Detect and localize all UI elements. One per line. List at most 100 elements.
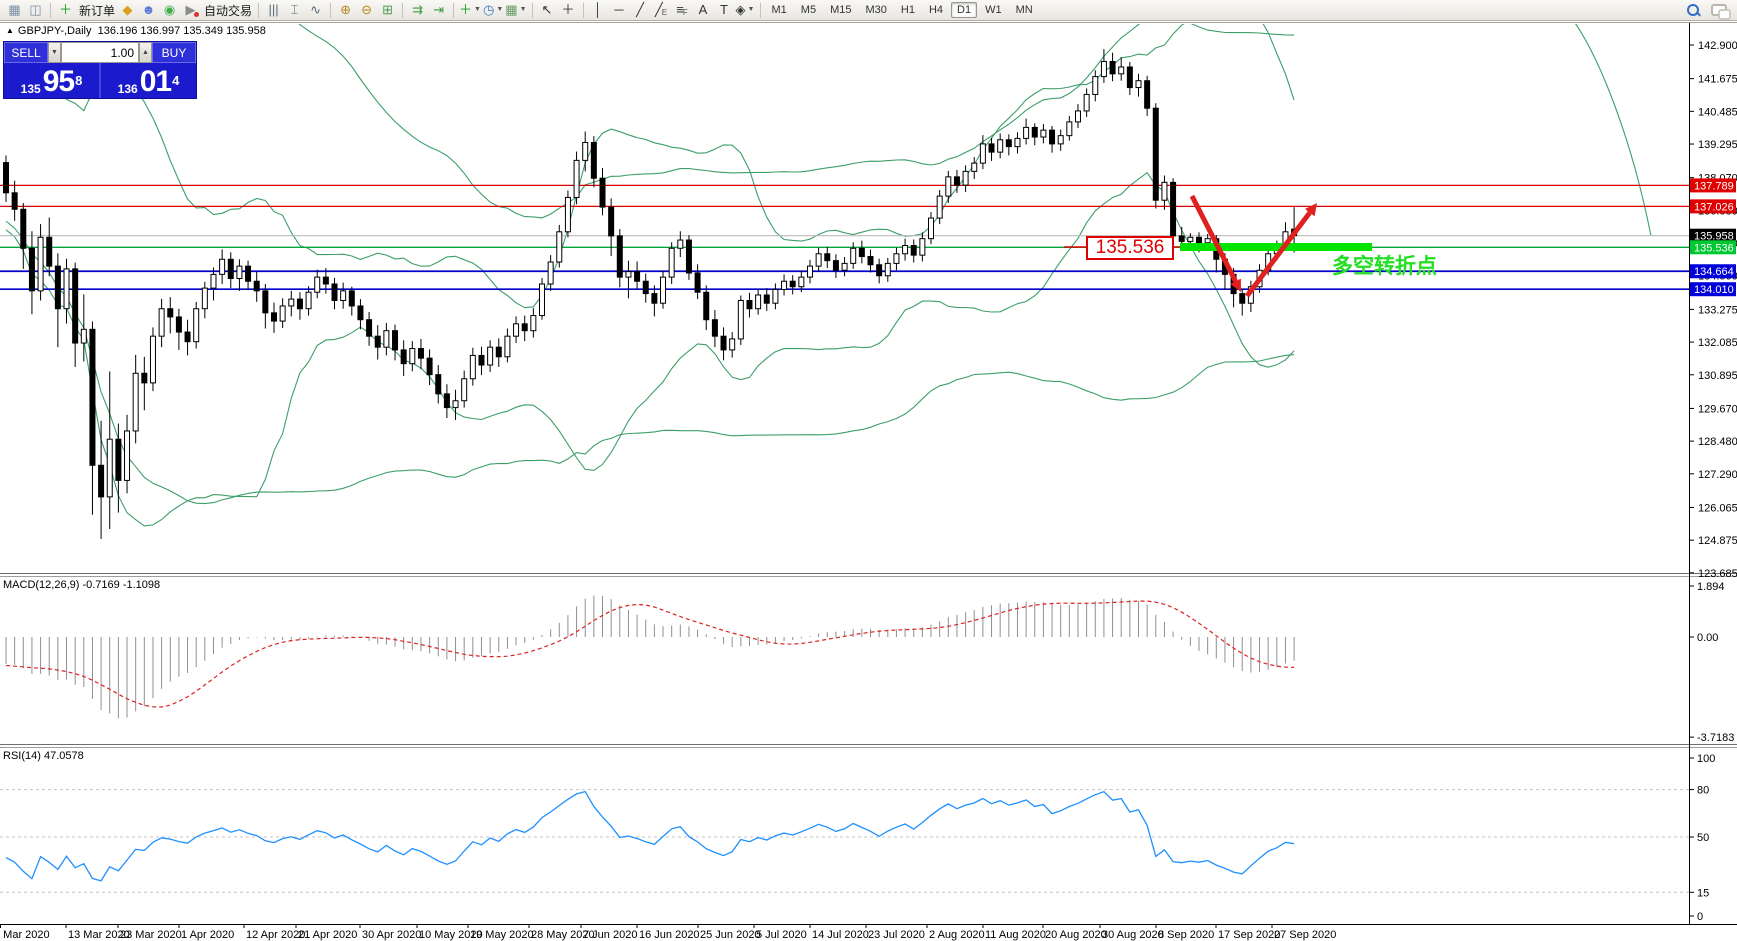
sell-price[interactable]: 135 95 8: [4, 63, 101, 98]
timeframe-m30-button[interactable]: M30: [859, 2, 892, 18]
svg-text:5 Jul 2020: 5 Jul 2020: [756, 929, 807, 941]
chart-info: ▲ GBPJPY-,Daily 136.196 136.997 135.349 1…: [6, 25, 266, 37]
svg-text:30 Apr 2020: 30 Apr 2020: [362, 929, 421, 941]
macd-pane: [5, 595, 1295, 719]
label-icon[interactable]: T: [715, 1, 734, 19]
cursor-icon[interactable]: ↖: [538, 1, 557, 19]
price-axis: 142.900141.675140.485139.295138.070136.8…: [1689, 40, 1737, 923]
zoom-in-icon[interactable]: ⊕: [336, 1, 355, 19]
autotrading-button[interactable]: ▶: [181, 1, 200, 19]
bars-chart-icon[interactable]: |||: [264, 1, 283, 19]
channel-icon[interactable]: ╱ E: [652, 1, 671, 19]
date-axis: 4 Mar 202013 Mar 202023 Mar 20201 Apr 20…: [0, 924, 1336, 941]
timeframe-w1-button[interactable]: W1: [979, 2, 1008, 18]
svg-text:134.664: 134.664: [1694, 266, 1734, 278]
svg-text:1 Apr 2020: 1 Apr 2020: [181, 929, 234, 941]
chart-shift-icon[interactable]: ⇥: [429, 1, 448, 19]
svg-text:4 Mar 2020: 4 Mar 2020: [0, 929, 50, 941]
svg-text:21 Apr 2020: 21 Apr 2020: [298, 929, 357, 941]
collapse-icon[interactable]: ▲: [6, 26, 14, 35]
svg-text:20 Aug 2020: 20 Aug 2020: [1045, 929, 1107, 941]
autotrading-button-label[interactable]: 自动交易: [204, 2, 252, 19]
svg-text:15: 15: [1697, 887, 1709, 899]
auto-scroll-icon[interactable]: ⇉: [408, 1, 427, 19]
chat-icon[interactable]: [1711, 4, 1731, 20]
chart-canvas[interactable]: 142.900141.675140.485139.295138.070136.8…: [0, 0, 1737, 941]
new-chart-icon[interactable]: ▦: [5, 1, 24, 19]
up-trend-arrow[interactable]: [1245, 211, 1312, 298]
rsi-label: RSI(14) 47.0578: [3, 750, 84, 762]
profiles-icon[interactable]: ◫: [26, 1, 45, 19]
svg-text:137.789: 137.789: [1694, 180, 1734, 192]
sell-button[interactable]: SELL: [4, 42, 48, 63]
market-icon[interactable]: ◆: [118, 1, 137, 19]
vline-icon[interactable]: │: [589, 1, 608, 19]
trade-prices-row: 135 95 8 136 01 4: [4, 63, 196, 98]
text-icon[interactable]: A: [694, 1, 713, 19]
periods-icon[interactable]: ◷ ▼: [483, 1, 503, 19]
volume-input[interactable]: [61, 42, 139, 63]
ohlc-values: 136.196 136.997 135.349 135.958: [97, 25, 266, 37]
sell-price-small: 135: [20, 82, 41, 96]
community-icon[interactable]: ☻: [139, 1, 158, 19]
volume-decrease-button[interactable]: ▼: [48, 42, 61, 63]
sell-price-big: 95: [42, 65, 75, 98]
line-chart-icon[interactable]: ∿: [306, 1, 325, 19]
fibonacci-icon[interactable]: ≡ F: [673, 1, 692, 19]
new-order-button[interactable]: ＋: [56, 1, 75, 19]
svg-text:17 Sep 2020: 17 Sep 2020: [1218, 929, 1280, 941]
svg-text:127.290: 127.290: [1698, 469, 1737, 481]
timeframe-m1-button[interactable]: M1: [766, 2, 793, 18]
trade-controls-row: SELL ▼ ▲ BUY: [4, 42, 196, 63]
volume-increase-button[interactable]: ▲: [139, 42, 152, 63]
svg-text:126.065: 126.065: [1698, 502, 1737, 514]
svg-text:80: 80: [1697, 785, 1709, 797]
timeframe-d1-button[interactable]: D1: [951, 2, 978, 18]
trendline-icon[interactable]: ╱: [631, 1, 650, 19]
svg-text:0: 0: [1697, 911, 1703, 923]
rsi-pane: [0, 789, 1689, 893]
buy-price[interactable]: 136 01 4: [101, 63, 196, 98]
svg-text:1.894: 1.894: [1697, 581, 1725, 593]
svg-text:124.875: 124.875: [1698, 535, 1737, 547]
timeframe-m15-button[interactable]: M15: [824, 2, 857, 18]
candles-chart-icon[interactable]: ⌶: [285, 1, 304, 19]
new-order-button-label[interactable]: 新订单: [79, 2, 115, 19]
svg-text:134.010: 134.010: [1694, 284, 1734, 296]
crosshair-icon[interactable]: ＋: [559, 1, 578, 19]
svg-text:27 Sep 2020: 27 Sep 2020: [1274, 929, 1336, 941]
support-price-label[interactable]: 135.536: [1086, 236, 1174, 260]
svg-text:130.895: 130.895: [1698, 370, 1737, 382]
svg-text:11 Aug 2020: 11 Aug 2020: [985, 929, 1046, 941]
svg-text:0.00: 0.00: [1697, 632, 1718, 644]
svg-text:23 Jul 2020: 23 Jul 2020: [868, 929, 925, 941]
svg-text:135.536: 135.536: [1694, 242, 1734, 254]
timeframe-m5-button[interactable]: M5: [795, 2, 822, 18]
search-icon[interactable]: [1687, 4, 1699, 16]
timeframe-h4-button[interactable]: H4: [923, 2, 949, 18]
buy-price-sup: 4: [172, 73, 180, 88]
svg-text:123.685: 123.685: [1698, 568, 1737, 580]
svg-text:128.480: 128.480: [1698, 436, 1737, 448]
timeframe-h1-button[interactable]: H1: [895, 2, 921, 18]
buy-button[interactable]: BUY: [152, 42, 196, 63]
shapes-icon[interactable]: ◈ ▼: [736, 1, 755, 19]
sell-price-sup: 8: [75, 73, 83, 88]
indicators-icon[interactable]: ＋ ▼: [459, 1, 481, 19]
svg-text:140.485: 140.485: [1698, 106, 1737, 118]
signals-icon[interactable]: ◉: [160, 1, 179, 19]
svg-text:-3.7183: -3.7183: [1697, 732, 1734, 744]
templates-icon[interactable]: ▦ ▼: [505, 1, 526, 19]
zoom-out-icon[interactable]: ⊖: [357, 1, 376, 19]
svg-text:19 May 2020: 19 May 2020: [470, 929, 534, 941]
svg-text:23 Mar 2020: 23 Mar 2020: [120, 929, 182, 941]
svg-text:7 Jun 2020: 7 Jun 2020: [583, 929, 637, 941]
turning-point-annotation[interactable]: 多空转折点: [1332, 250, 1437, 280]
svg-text:100: 100: [1697, 753, 1715, 765]
svg-text:139.295: 139.295: [1698, 139, 1737, 151]
svg-text:132.085: 132.085: [1698, 337, 1737, 349]
hline-icon[interactable]: ─: [610, 1, 629, 19]
tile-windows-icon[interactable]: ⊞: [378, 1, 397, 19]
svg-text:133.275: 133.275: [1698, 304, 1737, 316]
timeframe-mn-button[interactable]: MN: [1010, 2, 1039, 18]
